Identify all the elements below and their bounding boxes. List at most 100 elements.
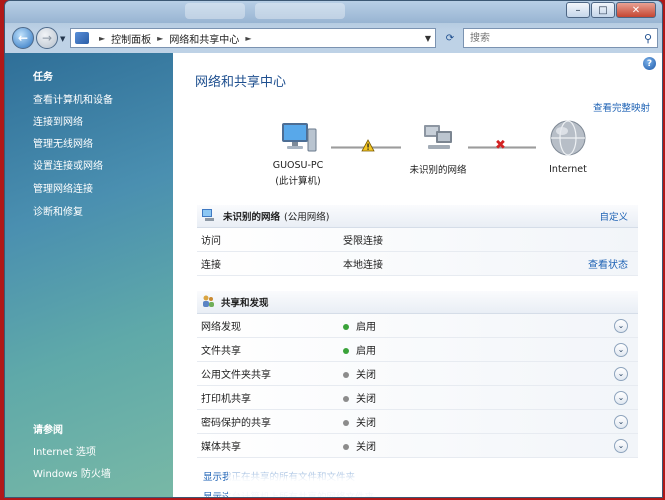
task-sidebar: 任务 查看计算机和设备 连接到网络 管理无线网络 设置连接或网络 管理网络连接 … <box>5 53 173 497</box>
forward-button[interactable]: → <box>36 27 58 49</box>
task-connect-network[interactable]: 连接到网络 <box>33 113 83 128</box>
sharing-row[interactable]: 媒体共享 关闭 ⌄ <box>197 434 638 458</box>
status-off-icon <box>343 420 349 426</box>
breadcrumb-arrow-icon[interactable]: ► <box>245 34 251 43</box>
computer-name: GUOSU-PC <box>272 160 324 171</box>
sharing-row-label: 媒体共享 <box>201 442 241 453</box>
network-row-access: 访问 受限连接 <box>197 228 638 252</box>
status-off-icon <box>343 396 349 402</box>
network-label: 未识别的网络 <box>409 165 467 176</box>
sharing-row-label: 文件共享 <box>201 346 241 357</box>
close-button[interactable]: ✕ <box>616 2 656 18</box>
internet-label: Internet <box>549 164 587 175</box>
title-bar: – □ ✕ <box>5 1 662 23</box>
warning-icon[interactable] <box>361 139 375 155</box>
status-text: 关闭 <box>356 370 376 381</box>
network-section-header: 未识别的网络 (公用网络) 自定义 <box>197 205 638 228</box>
status-off-icon <box>343 372 349 378</box>
task-view-computers[interactable]: 查看计算机和设备 <box>33 91 113 106</box>
breadcrumb-arrow-icon[interactable]: ► <box>99 34 105 43</box>
expand-chevron-icon[interactable]: ⌄ <box>614 390 628 405</box>
network-section: 未识别的网络 (公用网络) 自定义 访问 受限连接 连接 本地连接 查看状态 <box>197 205 638 276</box>
navigation-bar: ← → ▼ ► 控制面板 ► 网络和共享中心 ► ▼ ⟳ ⚲ <box>5 23 662 53</box>
computer-subtitle: (此计算机) <box>275 176 321 187</box>
recent-pages-dropdown[interactable]: ▼ <box>60 35 65 43</box>
sharing-row-label: 密码保护的共享 <box>201 418 271 429</box>
breadcrumb-network-center[interactable]: 网络和共享中心 <box>169 31 239 46</box>
sharing-row-label: 公用文件夹共享 <box>201 370 271 381</box>
task-manage-wireless[interactable]: 管理无线网络 <box>33 135 93 150</box>
view-status-link[interactable]: 查看状态 <box>588 256 628 271</box>
task-manage-connections[interactable]: 管理网络连接 <box>33 180 93 195</box>
window: – □ ✕ ← → ▼ ► 控制面板 ► 网络和共享中心 ► ▼ ⟳ ⚲ 任务 … <box>4 0 663 498</box>
sharing-row-label: 打印机共享 <box>201 394 251 405</box>
breadcrumb-arrow-icon[interactable]: ► <box>157 34 163 43</box>
maximize-button[interactable]: □ <box>591 2 615 18</box>
help-icon[interactable]: ? <box>643 57 656 70</box>
status-on-icon <box>343 348 349 354</box>
row-label: 连接 <box>201 260 221 271</box>
expand-chevron-icon[interactable]: ⌄ <box>614 414 628 429</box>
search-box[interactable]: ⚲ <box>463 28 658 48</box>
sharing-row-status: 启用 <box>343 342 376 357</box>
sharing-icon <box>201 294 215 311</box>
minimize-button[interactable]: – <box>566 2 590 18</box>
network-type: (公用网络) <box>284 212 330 223</box>
sharing-row[interactable]: 公用文件夹共享 关闭 ⌄ <box>197 362 638 386</box>
sharing-row[interactable]: 打印机共享 关闭 ⌄ <box>197 386 638 410</box>
status-text: 关闭 <box>356 442 376 453</box>
row-label: 访问 <box>201 236 221 247</box>
sharing-row-status: 关闭 <box>343 390 376 405</box>
customize-link[interactable]: 自定义 <box>599 209 628 223</box>
expand-chevron-icon[interactable]: ⌄ <box>614 318 628 333</box>
view-full-map-link[interactable]: 查看完整映射 <box>593 100 650 114</box>
status-on-icon <box>343 324 349 330</box>
expand-chevron-icon[interactable]: ⌄ <box>614 342 628 357</box>
sharing-section-header: 共享和发现 <box>197 291 638 314</box>
see-also-internet-options[interactable]: Internet 选项 <box>33 443 96 458</box>
tasks-heading: 任务 <box>33 72 53 83</box>
network-name: 未识别的网络 <box>223 212 281 223</box>
search-icon[interactable]: ⚲ <box>639 32 657 45</box>
status-text: 启用 <box>356 322 376 333</box>
status-off-icon <box>343 444 349 450</box>
globe-icon <box>550 120 586 156</box>
address-dropdown-icon[interactable]: ▼ <box>425 34 431 43</box>
main-content: ? 网络和共享中心 查看完整映射 GUOSU-PC (此计算机) 未识别的网络 … <box>173 53 662 497</box>
page-title: 网络和共享中心 <box>195 75 287 90</box>
broken-link-icon[interactable]: ✖ <box>495 138 506 153</box>
sharing-row-status: 关闭 <box>343 366 376 381</box>
task-setup-connection[interactable]: 设置连接或网络 <box>33 157 103 172</box>
network-row-connection: 连接 本地连接 查看状态 <box>197 252 638 276</box>
sharing-row-status: 关闭 <box>343 438 376 453</box>
search-input[interactable] <box>464 31 639 45</box>
sharing-row[interactable]: 网络发现 启用 ⌄ <box>197 314 638 338</box>
breadcrumb-control-panel[interactable]: 控制面板 <box>111 31 151 46</box>
see-also-heading: 请参阅 <box>33 425 63 436</box>
status-text: 关闭 <box>356 394 376 405</box>
network-computer-icon <box>201 208 217 225</box>
expand-chevron-icon[interactable]: ⌄ <box>614 366 628 381</box>
status-text: 启用 <box>356 346 376 357</box>
sharing-row[interactable]: 密码保护的共享 关闭 ⌄ <box>197 410 638 434</box>
row-value: 本地连接 <box>343 260 383 271</box>
back-button[interactable]: ← <box>12 27 34 49</box>
sharing-row[interactable]: 文件共享 启用 ⌄ <box>197 338 638 362</box>
bottom-fade <box>228 459 662 497</box>
sharing-row-label: 网络发现 <box>201 322 241 333</box>
network-icon <box>424 125 452 149</box>
computer-icon <box>282 123 317 152</box>
control-panel-icon <box>75 32 89 44</box>
map-computer[interactable]: GUOSU-PC (此计算机) <box>263 121 333 187</box>
sharing-row-status: 启用 <box>343 318 376 333</box>
address-bar[interactable]: ► 控制面板 ► 网络和共享中心 ► ▼ <box>70 28 436 48</box>
task-diagnose-repair[interactable]: 诊断和修复 <box>33 203 83 218</box>
map-internet[interactable]: Internet <box>533 119 603 175</box>
see-also-firewall[interactable]: Windows 防火墙 <box>33 465 111 480</box>
expand-chevron-icon[interactable]: ⌄ <box>614 438 628 453</box>
sharing-section: 共享和发现 网络发现 启用 ⌄ 文件共享 启用 ⌄ 公用文件夹共享 关闭 ⌄ 打印机共享 关闭 ⌄ 密码… <box>197 291 638 458</box>
sharing-row-status: 关闭 <box>343 414 376 429</box>
refresh-icon[interactable]: ⟳ <box>440 28 460 48</box>
status-text: 关闭 <box>356 418 376 429</box>
sharing-heading: 共享和发现 <box>221 298 269 309</box>
